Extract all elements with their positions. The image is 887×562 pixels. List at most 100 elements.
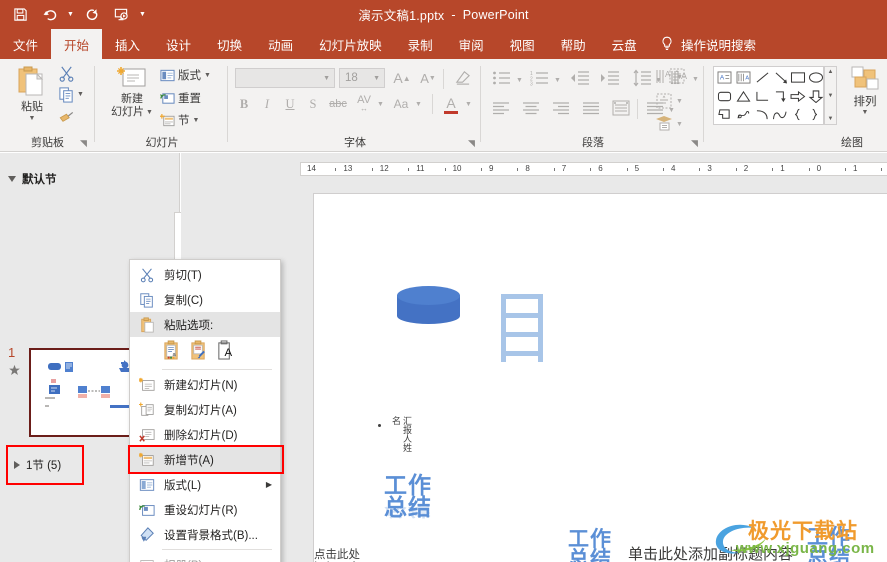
arrange-dropdown-caret[interactable]: ▼ bbox=[862, 109, 869, 116]
cylinder-shape[interactable] bbox=[397, 286, 460, 324]
underline-button[interactable]: U bbox=[281, 94, 299, 114]
right-brace-shape-icon[interactable] bbox=[807, 106, 824, 123]
context-menu-item-cut[interactable]: 剪切(T) bbox=[130, 262, 280, 287]
bullets-caret[interactable]: ▼ bbox=[516, 77, 523, 84]
reset-button[interactable]: 重置 bbox=[160, 90, 201, 106]
increase-indent-button[interactable] bbox=[600, 70, 620, 86]
font-name-caret[interactable]: ▼ bbox=[323, 75, 334, 82]
font-size-caret[interactable]: ▼ bbox=[373, 75, 384, 82]
shapes-gallery-scrollbar[interactable]: ▲ ▼ ▼ bbox=[824, 66, 837, 125]
bold-button[interactable]: B bbox=[235, 94, 253, 114]
character-spacing-button[interactable]: AV ↔ bbox=[353, 92, 375, 114]
tab-transitions[interactable]: 切换 bbox=[204, 29, 255, 59]
slide-context-menu[interactable]: 剪切(T) 复制(C) 粘贴选项: a A 新建幻灯片(N) 复制幻灯片(A) … bbox=[128, 259, 284, 562]
pentagon-callout-shape-icon[interactable] bbox=[716, 106, 733, 123]
tab-view[interactable]: 视图 bbox=[497, 29, 548, 59]
bullets-button[interactable] bbox=[492, 70, 512, 86]
section-collapse-triangle-icon[interactable] bbox=[8, 176, 16, 182]
columns-button[interactable] bbox=[646, 101, 664, 115]
tab-design[interactable]: 设计 bbox=[153, 29, 204, 59]
copy-dropdown-caret[interactable]: ▼ bbox=[77, 91, 84, 98]
font-size-input[interactable]: 18 ▼ bbox=[339, 68, 385, 88]
decrease-indent-button[interactable] bbox=[570, 70, 590, 86]
numbering-button[interactable]: 123 bbox=[530, 70, 550, 86]
section-button[interactable]: 节 ▼ bbox=[160, 112, 199, 128]
align-text-button[interactable] bbox=[668, 67, 686, 85]
tab-slideshow[interactable]: 幻灯片放映 bbox=[306, 29, 395, 59]
arc-shape-icon[interactable] bbox=[754, 106, 771, 123]
format-painter-button[interactable] bbox=[58, 108, 75, 124]
context-menu-item-reset-slide[interactable]: 重设幻灯片(R) bbox=[130, 497, 280, 522]
section-expand-triangle-icon[interactable] bbox=[14, 461, 20, 469]
context-menu-item-add-section[interactable]: 新增节(A) bbox=[128, 445, 284, 474]
body-placeholder-left[interactable]: 点击此处 添加正文 bbox=[314, 549, 360, 562]
textbox-shape-icon[interactable]: A bbox=[716, 69, 733, 86]
numbering-caret[interactable]: ▼ bbox=[554, 77, 561, 84]
wordart-right[interactable]: 工作 总结 bbox=[798, 527, 860, 562]
context-menu-item-new-slide[interactable]: 新建幻灯片(N) bbox=[130, 372, 280, 397]
tab-record[interactable]: 录制 bbox=[395, 29, 446, 59]
tab-file[interactable]: 文件 bbox=[0, 29, 51, 59]
elbow-arrow-connector-shape-icon[interactable] bbox=[773, 88, 790, 105]
context-menu-item-duplicate-slide[interactable]: 复制幻灯片(A) bbox=[130, 397, 280, 422]
columns-caret[interactable]: ▼ bbox=[668, 107, 675, 114]
paste-keep-source-icon[interactable]: a bbox=[162, 340, 181, 365]
change-case-caret[interactable]: ▼ bbox=[415, 101, 422, 108]
arrow-shape-icon[interactable] bbox=[773, 69, 790, 86]
strikethrough-button[interactable]: abc bbox=[327, 95, 349, 113]
ladder-shape[interactable] bbox=[501, 294, 543, 362]
tab-insert[interactable]: 插入 bbox=[102, 29, 153, 59]
section-header-default[interactable]: 默认节 bbox=[8, 171, 57, 187]
slide-canvas[interactable]: 汇报人姓名 工作 总结 总结 点击此处 添加正文 工作 总结 点击此处 添加正文… bbox=[313, 193, 887, 562]
rectangle-shape-icon[interactable] bbox=[789, 69, 806, 86]
text-direction-caret[interactable]: ▼ bbox=[692, 76, 699, 83]
change-case-button[interactable]: Aa bbox=[390, 94, 412, 114]
font-dialog-launcher[interactable]: ◥ bbox=[466, 138, 477, 149]
line-shape-icon[interactable] bbox=[754, 69, 771, 86]
tab-animations[interactable]: 动画 bbox=[255, 29, 306, 59]
shapes-more-icon[interactable]: ▼ bbox=[828, 116, 834, 122]
elbow-connector-shape-icon[interactable] bbox=[754, 88, 771, 105]
context-menu-item-format-background[interactable]: 设置背景格式(B)... bbox=[130, 522, 280, 547]
context-menu-item-layout[interactable]: 版式(L) ▶ bbox=[130, 472, 280, 497]
copy-button[interactable]: ▼ bbox=[58, 86, 84, 103]
down-arrow-shape-icon[interactable] bbox=[807, 88, 824, 105]
align-left-button[interactable] bbox=[492, 101, 510, 115]
shapes-scroll-up-icon[interactable]: ▲ bbox=[828, 69, 834, 75]
align-right-button[interactable] bbox=[552, 101, 570, 115]
distribute-button[interactable] bbox=[612, 100, 630, 116]
left-brace-shape-icon[interactable] bbox=[789, 106, 806, 123]
justify-button[interactable] bbox=[582, 101, 600, 115]
paragraph-dialog-launcher[interactable]: ◥ bbox=[689, 138, 700, 149]
context-menu-item-copy[interactable]: 复制(C) bbox=[130, 287, 280, 312]
tab-review[interactable]: 审阅 bbox=[446, 29, 497, 59]
font-color-caret[interactable]: ▼ bbox=[465, 101, 472, 108]
grow-font-button[interactable]: A ▲ bbox=[392, 69, 412, 87]
scribble-shape-icon[interactable] bbox=[735, 106, 752, 123]
tab-help[interactable]: 帮助 bbox=[548, 29, 599, 59]
paste-button[interactable]: 粘贴 ▼ bbox=[10, 65, 54, 122]
font-color-button[interactable]: A bbox=[441, 93, 461, 115]
layout-dropdown-caret[interactable]: ▼ bbox=[204, 72, 211, 79]
shapes-gallery[interactable]: A A bbox=[713, 66, 824, 125]
reporter-name-text[interactable]: 汇报人姓名 bbox=[390, 416, 412, 452]
paste-use-theme-icon[interactable] bbox=[189, 340, 208, 365]
oval-shape-icon[interactable] bbox=[807, 69, 824, 86]
context-menu-item-delete-slide[interactable]: 删除幻灯片(D) bbox=[130, 422, 280, 447]
shapes-scroll-down-icon[interactable]: ▼ bbox=[828, 93, 834, 99]
cut-button[interactable] bbox=[58, 65, 75, 82]
paste-text-only-icon[interactable]: A bbox=[216, 339, 235, 365]
character-spacing-caret[interactable]: ▼ bbox=[377, 101, 384, 108]
new-slide-dropdown-caret[interactable]: ▼ bbox=[146, 106, 153, 119]
curve-shape-icon[interactable] bbox=[771, 106, 788, 123]
section-item-1[interactable]: 1节 (5) bbox=[6, 445, 84, 485]
tab-home[interactable]: 开始 bbox=[51, 29, 103, 59]
layout-button[interactable]: 版式 ▼ bbox=[160, 67, 211, 83]
font-name-input[interactable]: ▼ bbox=[235, 68, 335, 88]
text-shadow-button[interactable]: S bbox=[304, 94, 322, 114]
vertical-textbox-shape-icon[interactable]: A bbox=[735, 69, 752, 86]
shrink-font-button[interactable]: A ▼ bbox=[418, 69, 438, 87]
section-dropdown-caret[interactable]: ▼ bbox=[193, 117, 200, 124]
clear-formatting-button[interactable] bbox=[451, 67, 473, 87]
line-spacing-button[interactable] bbox=[632, 69, 652, 87]
